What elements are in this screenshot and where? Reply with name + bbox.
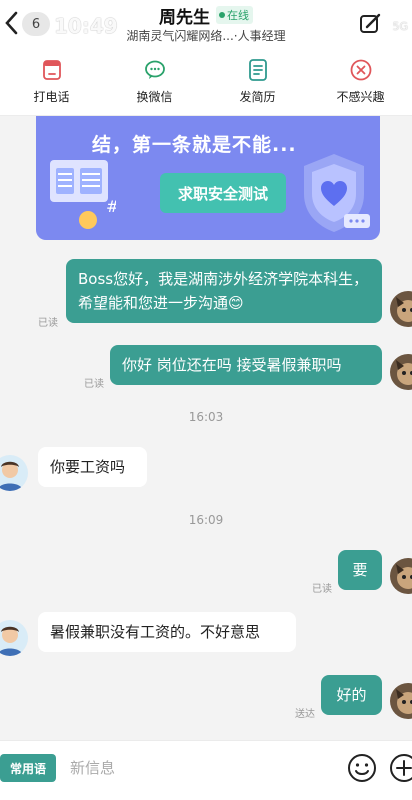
my-avatar[interactable] <box>390 354 412 390</box>
contact-title: 周先生 在线 <box>0 4 412 28</box>
wechat-label: 换微信 <box>136 90 173 104</box>
my-message[interactable]: 好的 <box>321 675 382 715</box>
read-status: 已读 <box>312 584 332 595</box>
not-interested-icon <box>350 59 371 81</box>
contact-subtitle: 湖南灵气闪耀网络...·人事经理 <box>126 29 286 43</box>
my-message[interactable]: 你好 岗位还在吗 接受暑假兼职吗 <box>110 345 382 385</box>
action-bar: 打电话 换微信 发简历 不感兴趣 <box>0 48 412 116</box>
online-dot-icon <box>219 12 225 18</box>
call-button[interactable]: 打电话 <box>0 48 103 115</box>
wechat-icon <box>144 60 165 79</box>
wechat-button[interactable]: 换微信 <box>103 48 206 115</box>
not-interested-label: 不感兴趣 <box>336 90 385 104</box>
my-avatar[interactable] <box>390 683 412 719</box>
recruiter-message[interactable]: 你要工资吗 <box>38 447 147 487</box>
resume-label: 发简历 <box>239 90 276 104</box>
not-interested-button[interactable]: 不感兴趣 <box>309 48 412 115</box>
online-badge: 在线 <box>216 6 253 24</box>
common-phrases-button[interactable]: 常用语 <box>0 754 56 782</box>
phone-icon <box>42 60 61 80</box>
read-status: 已读 <box>84 379 104 390</box>
call-label: 打电话 <box>33 90 70 104</box>
shield-icon <box>304 154 370 232</box>
recruiter-avatar[interactable] <box>0 455 28 491</box>
network-indicator: 5G <box>392 20 408 33</box>
my-avatar[interactable] <box>390 291 412 327</box>
resume-icon <box>248 59 267 81</box>
emoji-icon[interactable] <box>346 752 378 784</box>
safety-test-button[interactable]: 求职安全测试 <box>160 173 286 213</box>
resume-button[interactable]: 发简历 <box>206 48 309 115</box>
online-label: 在线 <box>227 9 249 22</box>
my-avatar[interactable] <box>390 558 412 594</box>
my-message[interactable]: Boss您好，我是湖南涉外经济学院本科生，希望能和您进一步沟通😊 <box>66 259 382 323</box>
message-input[interactable] <box>70 753 330 783</box>
recruiter-avatar[interactable] <box>0 620 28 656</box>
my-message[interactable]: 要 <box>338 550 382 590</box>
timestamp: 16:03 <box>188 410 224 424</box>
timestamp: 16:09 <box>188 513 224 527</box>
chat-screen: 6 10:49 周先生 在线 湖南灵气闪耀网络...·人事经理 5G 打电话 换… <box>0 0 412 800</box>
contact-name: 周先生 <box>159 7 210 28</box>
edit-icon[interactable] <box>358 12 382 36</box>
chat-header: 6 10:49 周先生 在线 湖南灵气闪耀网络...·人事经理 5G <box>0 0 412 48</box>
recruiter-message[interactable]: 暑假兼职没有工资的。不好意思 <box>38 612 296 652</box>
delivery-status: 送达 <box>295 709 315 720</box>
safety-banner[interactable]: 结，第一条就是不能... # 求职安全测试 <box>36 116 380 240</box>
svg-text:#: # <box>106 197 116 216</box>
document-illustration-icon: # <box>50 160 116 229</box>
plus-icon[interactable] <box>388 752 412 784</box>
read-status: 已读 <box>38 318 58 329</box>
message-input-bar: 常用语 <box>0 740 412 800</box>
